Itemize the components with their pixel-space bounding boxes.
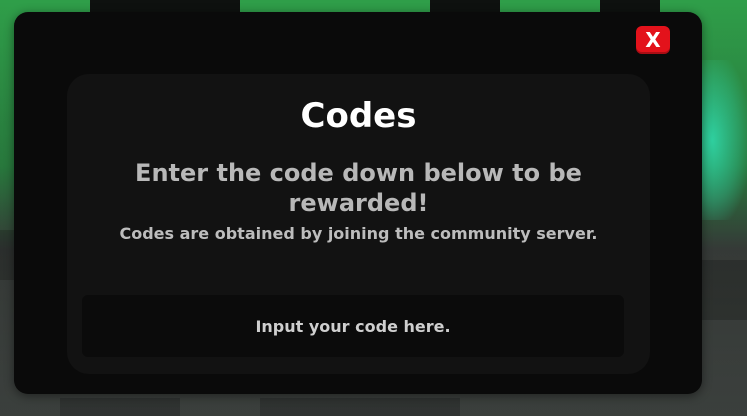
modal-subtitle: Enter the code down below to be rewarded…	[135, 159, 582, 217]
codes-panel: Codes Enter the code down below to be re…	[67, 74, 650, 374]
modal-title: Codes	[300, 96, 417, 136]
floor-tile	[0, 230, 14, 280]
modal-note: Codes are obtained by joining the commun…	[119, 224, 598, 243]
code-input[interactable]	[82, 295, 624, 357]
floor-tile	[260, 398, 460, 416]
floor-tile	[702, 260, 747, 320]
close-button[interactable]: X	[636, 26, 670, 54]
codes-modal: X Codes Enter the code down below to be …	[14, 12, 702, 394]
floor-tile	[60, 398, 180, 416]
